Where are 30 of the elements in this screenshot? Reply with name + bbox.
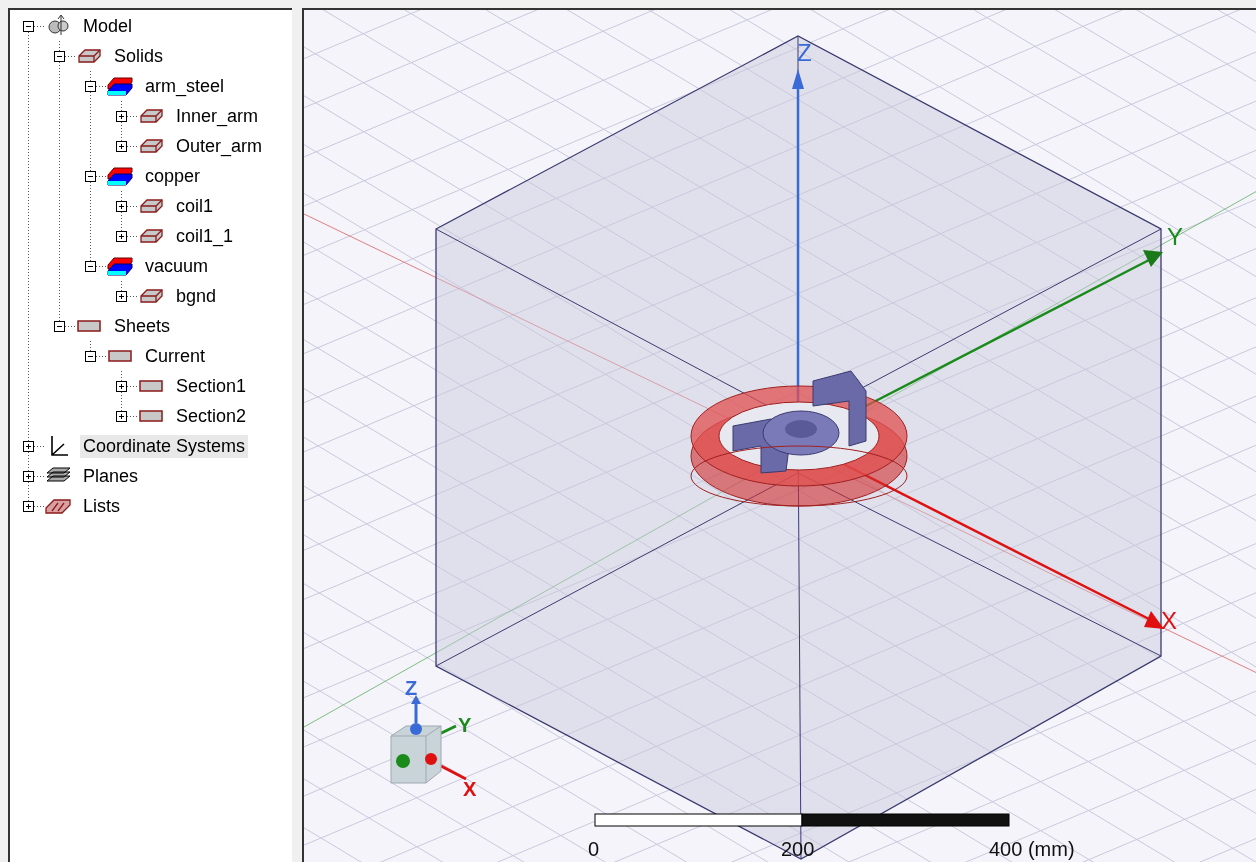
tree-item[interactable]: Outer_arm <box>173 134 266 158</box>
x-axis-label: X <box>1161 607 1177 634</box>
tree-item[interactable]: coil1_1 <box>173 224 237 248</box>
tree-item[interactable]: vacuum <box>142 254 212 278</box>
tree-item[interactable]: Section2 <box>173 404 250 428</box>
scale-label: 0 <box>588 838 600 860</box>
3d-viewport[interactable]: Z Y X Z Y X 0 200 400 (mm) <box>302 8 1256 862</box>
scale-label: 200 <box>781 838 815 860</box>
tree-item[interactable]: Inner_arm <box>173 104 262 128</box>
triad-x-label: X <box>463 778 477 800</box>
tree-item[interactable]: Planes <box>80 464 142 488</box>
material-stack-icon <box>106 74 136 98</box>
z-axis-label: Z <box>797 39 812 66</box>
tree-item[interactable]: coil1 <box>173 194 217 218</box>
tree-item[interactable]: Model <box>80 14 136 38</box>
tree-item[interactable]: Coordinate Systems <box>80 434 249 458</box>
material-stack-icon <box>106 254 136 278</box>
triad-z-label: Z <box>405 677 418 699</box>
tree-item[interactable]: Sheets <box>111 314 174 338</box>
triad-y-label: Y <box>458 714 472 736</box>
tree-item[interactable]: arm_steel <box>142 74 228 98</box>
material-stack-icon <box>106 164 136 188</box>
tree-item[interactable]: Solids <box>111 44 167 68</box>
tree-item[interactable]: Current <box>142 344 209 368</box>
tree-item[interactable]: bgnd <box>173 284 220 308</box>
y-axis-label: Y <box>1167 223 1183 250</box>
scale-label: 400 (mm) <box>989 838 1075 860</box>
tree-item[interactable]: Lists <box>80 494 123 518</box>
tree-item[interactable]: Section1 <box>173 374 250 398</box>
tree-item[interactable]: copper <box>142 164 204 188</box>
